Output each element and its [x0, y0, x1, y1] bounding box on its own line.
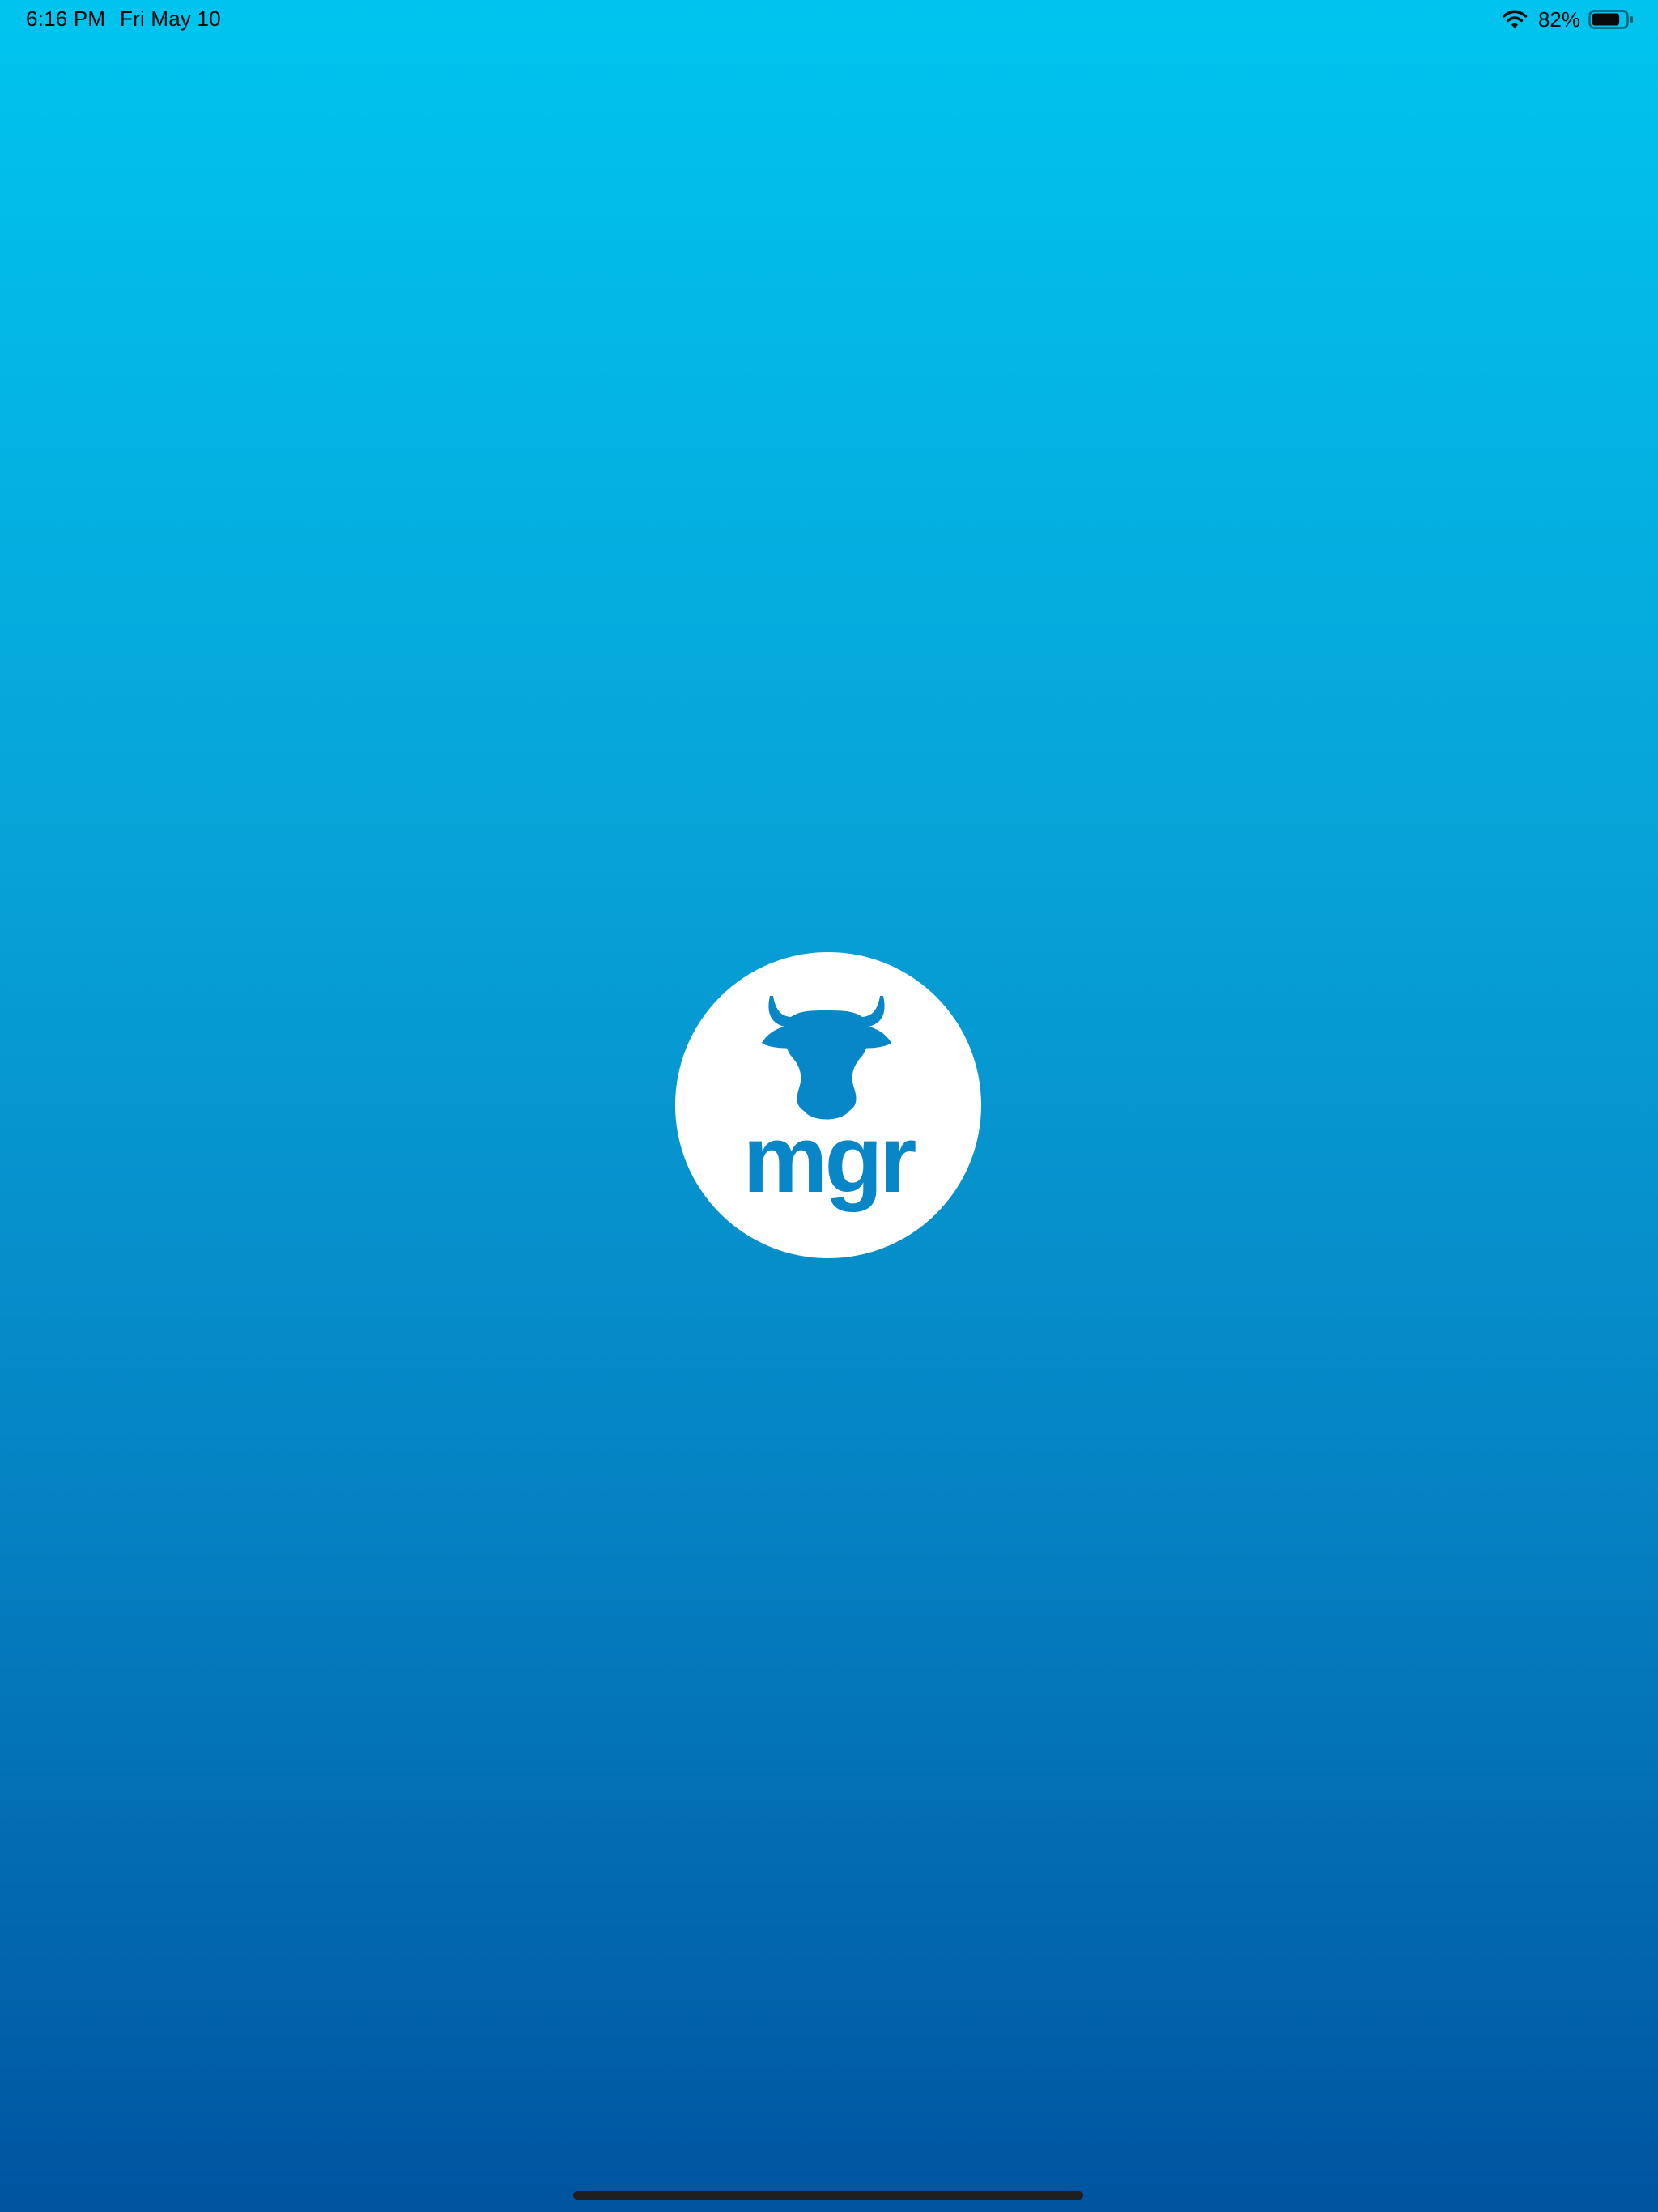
status-indicators: 82% — [1501, 6, 1634, 32]
status-time: 6:16 PM — [26, 6, 106, 31]
status-bar: 6:16 PM Fri May 10 82% — [0, 0, 1658, 39]
battery-icon — [1588, 10, 1633, 29]
status-date: Fri May 10 — [120, 6, 221, 31]
logo-wordmark: mgr — [742, 1106, 917, 1213]
battery-fill — [1592, 13, 1620, 26]
home-indicator[interactable] — [573, 2191, 1083, 2200]
app-logo: mgr — [675, 952, 981, 1258]
cow-head-icon — [762, 996, 891, 1120]
battery-percent: 82% — [1537, 6, 1580, 32]
wifi-icon — [1502, 10, 1528, 28]
